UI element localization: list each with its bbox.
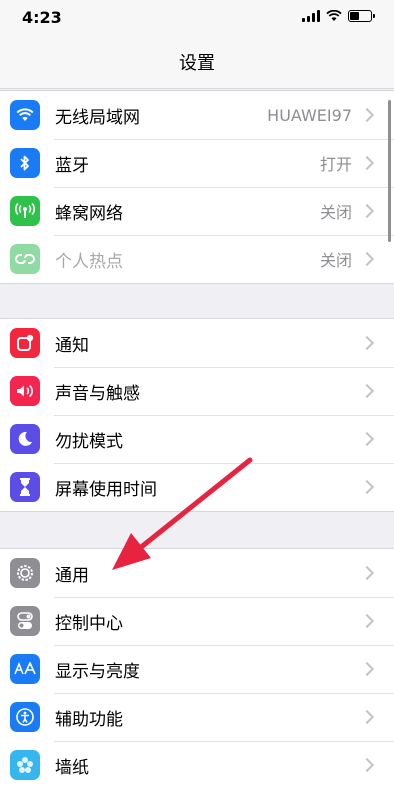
annotation-arrow: [112, 457, 253, 570]
